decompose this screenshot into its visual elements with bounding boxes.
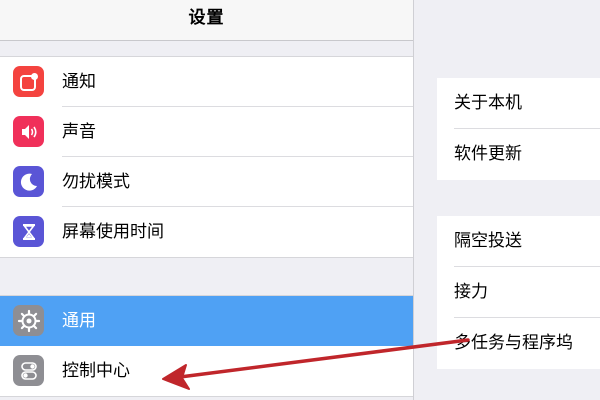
detail-item-label: 隔空投送	[454, 231, 522, 251]
sidebar-item-label: 屏幕使用时间	[62, 222, 164, 242]
detail-group-about: 关于本机 软件更新	[437, 78, 600, 180]
detail-item-label: 多任务与程序坞	[454, 333, 573, 353]
detail-item-label: 关于本机	[454, 93, 522, 113]
sidebar-item-label: 声音	[62, 122, 96, 142]
general-detail-pane: 关于本机 软件更新 隔空投送 接力 多任务与程序坞	[414, 0, 600, 400]
gear-icon	[13, 305, 44, 336]
sidebar-item-sounds[interactable]: 声音	[0, 107, 413, 157]
notifications-icon	[13, 66, 44, 97]
detail-item-handoff[interactable]: 接力	[437, 267, 600, 318]
hourglass-icon	[13, 216, 44, 247]
detail-group-airdrop: 隔空投送 接力 多任务与程序坞	[437, 216, 600, 369]
detail-item-label: 接力	[454, 282, 488, 302]
sidebar-item-control-center[interactable]: 控制中心	[0, 346, 413, 396]
sidebar-item-label: 通知	[62, 72, 96, 92]
control-center-icon	[13, 355, 44, 386]
sidebar-item-screen-time[interactable]: 屏幕使用时间	[0, 207, 413, 257]
sidebar-item-do-not-disturb[interactable]: 勿扰模式	[0, 157, 413, 207]
sidebar-item-label: 通用	[62, 311, 96, 331]
sidebar-item-label: 勿扰模式	[62, 172, 130, 192]
settings-sidebar: 设置 通知 声音 勿扰模式 屏幕使用时间 通用 控制中心	[0, 0, 414, 400]
detail-item-about[interactable]: 关于本机	[437, 78, 600, 129]
sidebar-item-notifications[interactable]: 通知	[0, 57, 413, 107]
sidebar-header: 设置	[0, 0, 413, 41]
moon-icon	[13, 166, 44, 197]
detail-item-label: 软件更新	[454, 144, 522, 164]
detail-item-airdrop[interactable]: 隔空投送	[437, 216, 600, 267]
sidebar-item-label: 控制中心	[62, 361, 130, 381]
page-title: 设置	[188, 8, 225, 28]
sound-icon	[13, 116, 44, 147]
sidebar-item-general[interactable]: 通用	[0, 296, 413, 346]
detail-item-multitasking-dock[interactable]: 多任务与程序坞	[437, 318, 600, 369]
settings-group-notifications: 通知 声音 勿扰模式 屏幕使用时间	[0, 56, 413, 258]
detail-item-software-update[interactable]: 软件更新	[437, 129, 600, 180]
settings-group-general: 通用 控制中心	[0, 295, 413, 397]
